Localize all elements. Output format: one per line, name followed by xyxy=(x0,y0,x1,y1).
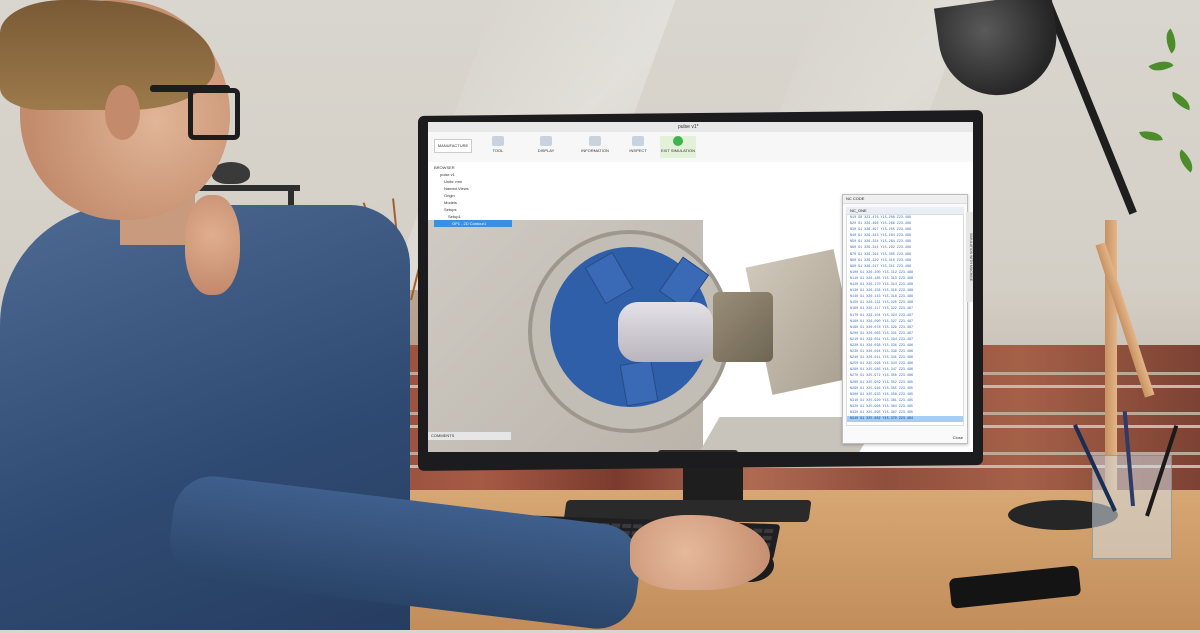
lamp-arm xyxy=(1043,0,1137,215)
browser-item[interactable]: Setups xyxy=(434,206,512,213)
workpiece xyxy=(618,302,713,362)
check-icon xyxy=(673,136,683,146)
exit-simulation-label: EXIT SIMULATION xyxy=(660,148,696,153)
browser-header: BROWSER xyxy=(434,165,455,170)
nc-code-line[interactable]: N340 G1 X25.882 Y15.370 Z23.484 xyxy=(847,416,963,423)
inspect-icon xyxy=(632,136,644,146)
shelf xyxy=(195,185,300,191)
pen-cup xyxy=(1073,411,1179,559)
browser-item[interactable]: pulse v1 xyxy=(434,171,512,178)
workspace-dropdown[interactable]: MANUFACTURE xyxy=(434,139,472,153)
browser-tree: BROWSER pulse v1 Units: mm Named Views O… xyxy=(434,164,512,234)
nc-code-dialog: NC CODE NC_ONE N10 G0 X23.476 Y15.208 Z2… xyxy=(842,194,968,444)
glasses-lens xyxy=(188,88,240,140)
browser-item-selected[interactable]: OP1 - 2D Contour1 xyxy=(434,220,512,227)
information-icon xyxy=(589,136,601,146)
tab-information-label: INFORMATION xyxy=(581,148,609,153)
close-button[interactable]: Close xyxy=(953,435,963,440)
document-title: pulse v1* xyxy=(678,124,699,130)
tab-display-label: DISPLAY xyxy=(537,148,555,153)
nc-code-list[interactable]: N10 G0 X23.476 Y15.208 Z23.489 N20 G1 X26… xyxy=(846,214,964,426)
tab-inspect[interactable]: INSPECT xyxy=(623,136,653,158)
side-panel-tab[interactable]: SIMULATION WITH MACHINE xyxy=(966,212,973,302)
browser-item[interactable]: Origin xyxy=(434,192,512,199)
plant-leaf xyxy=(1160,28,1182,54)
tool-icon xyxy=(492,136,504,146)
cutting-tool xyxy=(713,292,773,362)
nc-dialog-title: NC CODE xyxy=(843,195,967,204)
plant-leaf xyxy=(1168,91,1194,111)
cad-app-screen: pulse v1* MANUFACTURE TOOL DISPLAY INFOR… xyxy=(428,122,973,452)
person-ear xyxy=(105,85,140,140)
exit-simulation-button[interactable]: EXIT SIMULATION xyxy=(660,136,696,158)
person-hand-on-chin xyxy=(185,195,240,295)
nc-dialog-header: NC_ONE xyxy=(846,207,964,214)
plant-leaf xyxy=(1173,149,1199,173)
tab-tool[interactable]: TOOL xyxy=(480,136,516,158)
tab-tool-label: TOOL xyxy=(492,148,504,153)
display-icon xyxy=(540,136,552,146)
simulation-playback-controls[interactable] xyxy=(658,450,738,452)
monitor-stand xyxy=(683,465,743,505)
tab-information[interactable]: INFORMATION xyxy=(573,136,617,158)
app-toolbar: MANUFACTURE TOOL DISPLAY INFORMATION INS… xyxy=(428,132,973,163)
comments-panel[interactable]: COMMENTS xyxy=(428,432,511,440)
tab-inspect-label: INSPECT xyxy=(629,148,647,153)
browser-item[interactable]: Units: mm xyxy=(434,178,512,185)
tab-display[interactable]: DISPLAY xyxy=(524,136,568,158)
desk-lamp-shade xyxy=(933,0,1065,103)
browser-item[interactable]: Setup1 xyxy=(434,213,512,220)
person-hair xyxy=(0,0,215,110)
browser-item[interactable]: Named Views xyxy=(434,185,512,192)
plant-leaf xyxy=(1139,128,1163,144)
browser-item[interactable]: Models xyxy=(434,199,512,206)
plant-leaf xyxy=(1148,55,1174,77)
